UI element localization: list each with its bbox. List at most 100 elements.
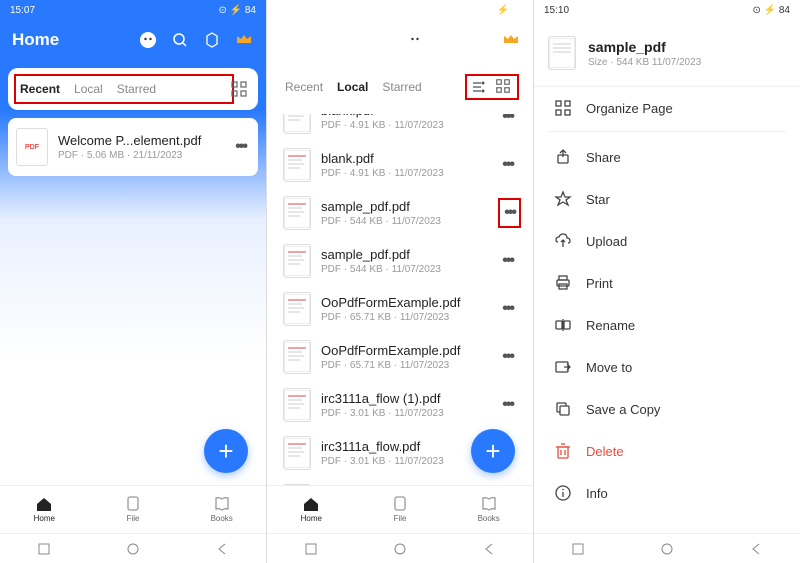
file-name: irc3111a_flow (1).pdf: [321, 391, 488, 406]
action-label: Print: [586, 276, 613, 291]
back-icon[interactable]: [482, 542, 496, 556]
file-item[interactable]: blank.pdf PDF · 4.91 KB · 11/07/2023 •••: [275, 142, 525, 188]
savecopy-icon: [554, 400, 572, 418]
share-icon: [554, 148, 572, 166]
nav-books[interactable]: Books: [177, 486, 266, 533]
file-item[interactable]: irc3111a_flow (1).pdf PDF · 3.01 KB · 11…: [275, 382, 525, 428]
settings-icon[interactable]: [202, 30, 222, 50]
screen-actions: 15:10 ⊙ ⚡ 84 sample_pdf Size · 544 KB 11…: [534, 0, 800, 563]
tab-local[interactable]: Local: [337, 76, 368, 98]
file-item[interactable]: PDF Welcome P...element.pdf PDF · 5.06 M…: [8, 118, 258, 176]
action-rename[interactable]: Rename: [548, 304, 786, 346]
action-upload[interactable]: Upload: [548, 220, 786, 262]
file-item[interactable]: Welcome to...ment(1).pdf •••: [275, 478, 525, 485]
sort-icon[interactable]: [471, 79, 487, 95]
grid-view-icon[interactable]: [230, 80, 248, 98]
page-title: Home: [12, 30, 138, 50]
status-bar: 15:07 ⊙ ⚡ 84: [0, 0, 266, 20]
organize-icon: [554, 99, 572, 117]
action-delete[interactable]: Delete: [548, 430, 786, 472]
action-star[interactable]: Star: [548, 178, 786, 220]
screen-local: 15:09 ⊙ ⚡ 84 Home Recent Local Starred b…: [267, 0, 533, 563]
action-label: Info: [586, 486, 608, 501]
recent-apps-icon[interactable]: [304, 542, 318, 556]
nav-home[interactable]: Home: [0, 486, 89, 533]
pdf-icon: [283, 114, 311, 134]
file-item[interactable]: OoPdfFormExample.pdf PDF · 65.71 KB · 11…: [275, 286, 525, 332]
file-item[interactable]: sample_pdf.pdf PDF · 544 KB · 11/07/2023…: [275, 190, 525, 236]
more-icon[interactable]: •••: [498, 152, 517, 178]
tab-recent[interactable]: Recent: [20, 78, 60, 100]
tab-local[interactable]: Local: [74, 78, 103, 100]
file-item[interactable]: blank.pdf PDF · 4.91 KB · 11/07/2023 •••: [275, 114, 525, 140]
view-controls: [465, 74, 519, 100]
settings-icon[interactable]: [469, 30, 489, 50]
home-icon[interactable]: [660, 542, 674, 556]
tab-starred[interactable]: Starred: [382, 76, 421, 98]
action-label: Delete: [586, 444, 624, 459]
status-icons: ⊙ ⚡ 84: [752, 5, 790, 16]
file-meta: PDF · 3.01 KB · 11/07/2023: [321, 456, 488, 467]
app-header: Home: [267, 20, 533, 60]
system-nav: [267, 533, 533, 563]
add-button[interactable]: +: [204, 429, 248, 473]
crown-icon[interactable]: [501, 30, 521, 50]
pdf-icon: [283, 340, 311, 374]
crown-icon[interactable]: [234, 30, 254, 50]
add-button[interactable]: +: [471, 429, 515, 473]
action-info[interactable]: Info: [548, 472, 786, 514]
action-label: Rename: [586, 318, 635, 333]
file-meta: Size · 544 KB 11/07/2023: [588, 57, 701, 68]
pdf-icon: [283, 244, 311, 278]
file-detail-header: sample_pdf Size · 544 KB 11/07/2023: [534, 20, 800, 87]
home-icon[interactable]: [393, 542, 407, 556]
nav-home[interactable]: Home: [267, 486, 356, 533]
pdf-icon: [283, 196, 311, 230]
more-icon[interactable]: •••: [498, 344, 517, 370]
recent-apps-icon[interactable]: [571, 542, 585, 556]
file-item[interactable]: sample_pdf.pdf PDF · 544 KB · 11/07/2023…: [275, 238, 525, 284]
more-icon[interactable]: •••: [498, 114, 517, 130]
action-label: Move to: [586, 360, 632, 375]
action-list: Organize Page Share Star Upload Print Re…: [534, 87, 800, 533]
file-meta: PDF · 544 KB · 11/07/2023: [321, 216, 492, 227]
system-nav: [0, 533, 266, 563]
action-savecopy[interactable]: Save a Copy: [548, 388, 786, 430]
file-meta: PDF · 3.01 KB · 11/07/2023: [321, 408, 488, 419]
tabs-container: Recent Local Starred: [14, 74, 234, 104]
home-icon[interactable]: [126, 542, 140, 556]
nav-books[interactable]: Books: [444, 486, 533, 533]
avatar-icon[interactable]: [405, 30, 425, 50]
file-meta: PDF · 5.06 MB · 21/11/2023: [58, 150, 221, 161]
action-print[interactable]: Print: [548, 262, 786, 304]
more-icon[interactable]: •••: [231, 134, 250, 160]
file-item[interactable]: OoPdfFormExample.pdf PDF · 65.71 KB · 11…: [275, 334, 525, 380]
nav-file[interactable]: File: [89, 486, 178, 533]
more-icon[interactable]: •••: [498, 248, 517, 274]
file-name: sample_pdf: [588, 39, 701, 55]
tab-starred[interactable]: Starred: [117, 78, 156, 100]
delete-icon: [554, 442, 572, 460]
screen-recent: 15:07 ⊙ ⚡ 84 Home Recent Local Starred P…: [0, 0, 266, 563]
search-icon[interactable]: [170, 30, 190, 50]
time: 15:10: [544, 5, 569, 16]
pdf-icon: [283, 436, 311, 470]
back-icon[interactable]: [215, 542, 229, 556]
recent-apps-icon[interactable]: [37, 542, 51, 556]
avatar-icon[interactable]: [138, 30, 158, 50]
more-icon[interactable]: •••: [498, 392, 517, 418]
search-icon[interactable]: [437, 30, 457, 50]
action-organize[interactable]: Organize Page: [548, 87, 786, 132]
file-meta: PDF · 4.91 KB · 11/07/2023: [321, 168, 488, 179]
back-icon[interactable]: [749, 542, 763, 556]
more-icon[interactable]: •••: [498, 198, 521, 228]
action-share[interactable]: Share: [548, 136, 786, 178]
grid-view-icon[interactable]: [495, 78, 513, 96]
pdf-icon: PDF: [16, 128, 48, 166]
nav-file[interactable]: File: [356, 486, 445, 533]
more-icon[interactable]: •••: [498, 296, 517, 322]
pdf-icon: [283, 292, 311, 326]
tab-recent[interactable]: Recent: [285, 76, 323, 98]
action-moveto[interactable]: Move to: [548, 346, 786, 388]
time: 15:09: [277, 5, 302, 16]
